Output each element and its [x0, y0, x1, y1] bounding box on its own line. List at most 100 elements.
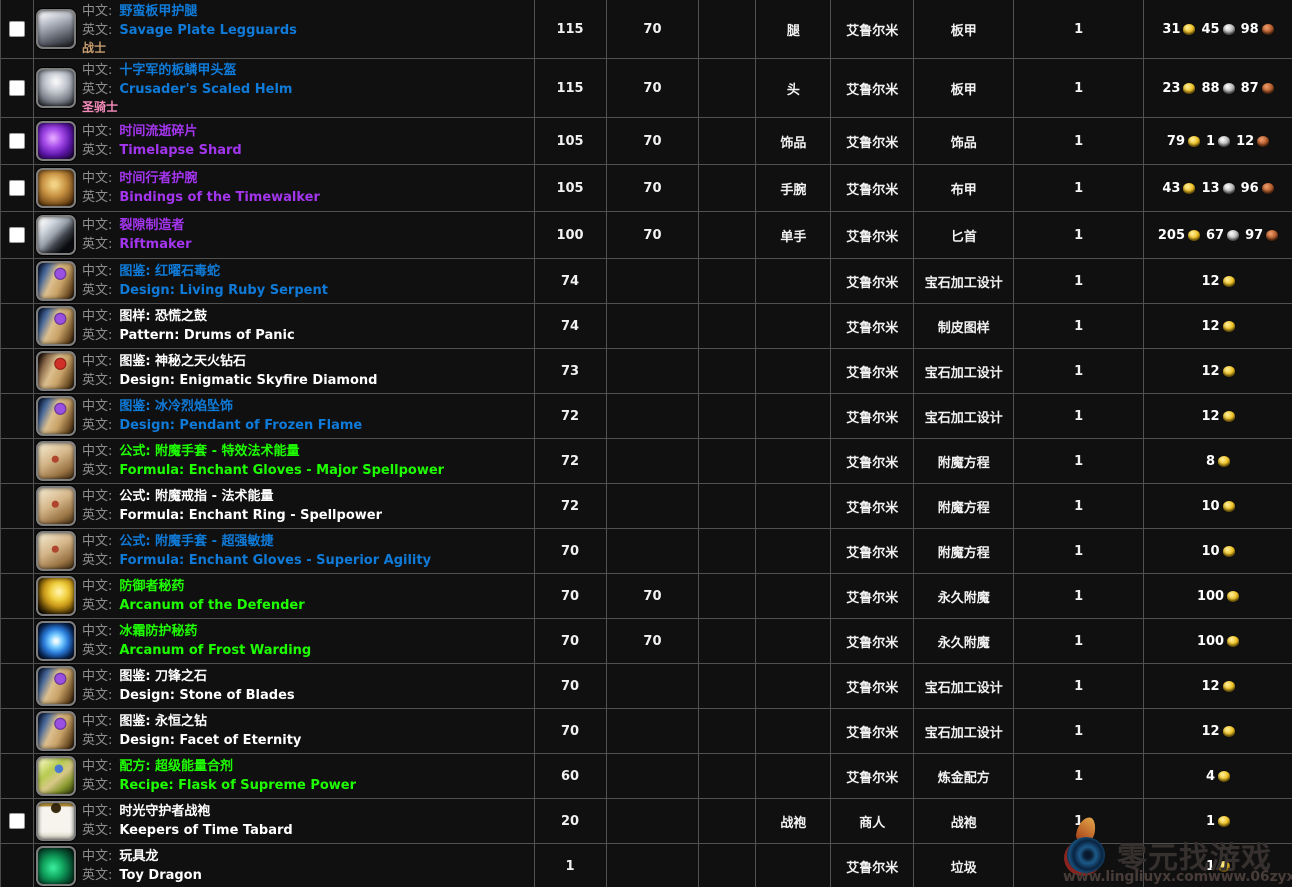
row-checkbox[interactable] — [9, 21, 25, 37]
item-name-en-link[interactable]: Formula: Enchant Ring - Spellpower — [119, 508, 382, 523]
item-name-cn-link[interactable]: 冰霜防护秘药 — [119, 624, 197, 639]
scaled-helm-icon[interactable] — [36, 68, 76, 108]
item-name-en-link[interactable]: Design: Enigmatic Skyfire Diamond — [119, 373, 377, 388]
item-level-cell: 72 — [534, 439, 606, 483]
english-label: 英文: — [82, 237, 112, 252]
item-icon-cell — [34, 59, 79, 117]
plate-legguards-icon[interactable] — [36, 9, 76, 49]
item-name-cn-line: 中文: 公式: 附魔戒指 - 法术能量 — [82, 487, 274, 506]
formula-scroll-icon[interactable] — [36, 531, 76, 571]
item-name-cn-link[interactable]: 时间行者护腕 — [119, 171, 197, 186]
item-name-cn-link[interactable]: 图鉴: 永恒之钻 — [119, 714, 207, 729]
item-name-cn-link[interactable]: 图样: 恐慌之鼓 — [119, 309, 207, 324]
item-name-cell: 中文:图鉴: 冰冷烈焰坠饰 英文:Design: Pendant of Froz… — [79, 394, 534, 438]
item-name-en-link[interactable]: Timelapse Shard — [119, 143, 241, 158]
item-level-cell: 105 — [534, 165, 606, 211]
item-name-cn-link[interactable]: 配方: 超级能量合剂 — [119, 759, 233, 774]
item-name-cell: 中文:十字军的板鳞甲头盔 英文:Crusader's Scaled Helm 圣… — [79, 59, 534, 117]
item-icon-cell — [34, 574, 79, 618]
design-scroll-icon[interactable] — [36, 261, 76, 301]
chinese-label: 中文: — [82, 399, 112, 414]
item-name-cn-link[interactable]: 公式: 附魔手套 - 特效法术能量 — [119, 444, 299, 459]
source-cell: 艾鲁尔米 — [830, 0, 913, 58]
item-name-en-link[interactable]: Recipe: Flask of Supreme Power — [119, 778, 356, 793]
design-scroll-icon[interactable] — [36, 666, 76, 706]
arcanum-frost-icon[interactable] — [36, 621, 76, 661]
item-name-en-link[interactable]: Formula: Enchant Gloves - Major Spellpow… — [119, 463, 444, 478]
required-level-cell — [606, 709, 699, 753]
row-select-cell — [1, 118, 34, 164]
design-scroll-icon[interactable] — [36, 396, 76, 436]
item-name-cn-link[interactable]: 公式: 附魔手套 - 超强敏捷 — [119, 534, 273, 549]
type-cell: 饰品 — [913, 118, 1013, 164]
price-cell: 8 — [1143, 439, 1292, 483]
pattern-scroll-icon[interactable] — [36, 306, 76, 346]
item-name-en-link[interactable]: Design: Pendant of Frozen Flame — [119, 418, 362, 433]
source-cell: 艾鲁尔米 — [830, 118, 913, 164]
item-name-cn-link[interactable]: 图鉴: 冰冷烈焰坠饰 — [119, 399, 233, 414]
timewalker-bindings-icon[interactable] — [36, 168, 76, 208]
row-select-cell — [1, 59, 34, 117]
recipe-scroll-icon[interactable] — [36, 756, 76, 796]
design-scroll-icon[interactable] — [36, 711, 76, 751]
item-name-en-link[interactable]: Savage Plate Legguards — [119, 23, 297, 38]
row-checkbox[interactable] — [9, 180, 25, 196]
chinese-label: 中文: — [82, 171, 112, 186]
price-amount: 88 — [1201, 81, 1219, 96]
riftmaker-dagger-icon[interactable] — [36, 215, 76, 255]
row-checkbox[interactable] — [9, 813, 25, 829]
arcanum-gold-icon[interactable] — [36, 576, 76, 616]
timelapse-shard-icon[interactable] — [36, 121, 76, 161]
item-icon-cell — [34, 619, 79, 663]
item-name-cell: 中文:防御者秘药 英文:Arcanum of the Defender — [79, 574, 534, 618]
required-level-cell — [606, 529, 699, 573]
row-select-cell — [1, 259, 34, 303]
row-checkbox[interactable] — [9, 133, 25, 149]
price-amount: 13 — [1201, 181, 1219, 196]
item-name-cn-link[interactable]: 十字军的板鳞甲头盔 — [119, 63, 236, 78]
chinese-label: 中文: — [82, 759, 112, 774]
row-select-cell — [1, 394, 34, 438]
item-name-en-link[interactable]: Design: Stone of Blades — [119, 688, 294, 703]
empty-cell — [698, 165, 755, 211]
item-name-en-link[interactable]: Keepers of Time Tabard — [119, 823, 292, 838]
row-select-cell — [1, 529, 34, 573]
tabard-icon[interactable] — [36, 801, 76, 841]
item-name-en-link[interactable]: Bindings of the Timewalker — [119, 190, 320, 205]
item-name-en-link[interactable]: Arcanum of Frost Warding — [119, 643, 311, 658]
toy-dragon-icon[interactable] — [36, 846, 76, 886]
price-cell: 238887 — [1143, 59, 1292, 117]
required-level-cell: 70 — [606, 118, 699, 164]
item-name-cn-link[interactable]: 野蛮板甲护腿 — [119, 4, 197, 19]
chinese-label: 中文: — [82, 489, 112, 504]
formula-scroll-icon[interactable] — [36, 486, 76, 526]
item-name-en-link[interactable]: Riftmaker — [119, 237, 191, 252]
item-name-cn-link[interactable]: 时间流逝碎片 — [119, 124, 197, 139]
type-cell: 附魔方程 — [913, 484, 1013, 528]
item-name-en-link[interactable]: Pattern: Drums of Panic — [119, 328, 294, 343]
item-name-cell: 中文: 公式: 附魔戒指 - 法术能量 英文: Formula: Enchant R… — [79, 484, 534, 528]
item-name-cn-link[interactable]: 图鉴: 红曜石毒蛇 — [119, 264, 220, 279]
item-name-cn-link[interactable]: 裂隙制造者 — [119, 218, 184, 233]
item-name-cn-link[interactable]: 时光守护者战袍 — [119, 804, 210, 819]
item-name-cn-link[interactable]: 公式: 附魔戒指 - 法术能量 — [119, 489, 273, 504]
item-name-en-link[interactable]: Design: Living Ruby Serpent — [119, 283, 328, 298]
design-scroll-icon[interactable] — [36, 351, 76, 391]
item-name-en-link[interactable]: Toy Dragon — [119, 868, 202, 883]
row-checkbox[interactable] — [9, 227, 25, 243]
item-name-en-line: 英文:Arcanum of Frost Warding — [82, 641, 311, 660]
item-name-en-link[interactable]: Arcanum of the Defender — [119, 598, 304, 613]
gold-coin-icon — [1183, 183, 1195, 194]
item-name-cn-link[interactable]: 防御者秘药 — [119, 579, 184, 594]
item-name-en-link[interactable]: Formula: Enchant Gloves - Superior Agili… — [119, 553, 431, 568]
formula-scroll-icon[interactable] — [36, 441, 76, 481]
price-cell: 314598 — [1143, 0, 1292, 58]
item-name-en-link[interactable]: Crusader's Scaled Helm — [119, 82, 292, 97]
item-name-cn-link[interactable]: 玩具龙 — [119, 849, 158, 864]
slot-cell — [755, 619, 830, 663]
item-name-cn-link[interactable]: 图鉴: 神秘之天火钻石 — [119, 354, 246, 369]
row-checkbox[interactable] — [9, 80, 25, 96]
item-name-en-link[interactable]: Design: Facet of Eternity — [119, 733, 301, 748]
english-label: 英文: — [82, 508, 112, 523]
item-name-cn-link[interactable]: 图鉴: 刀锋之石 — [119, 669, 207, 684]
